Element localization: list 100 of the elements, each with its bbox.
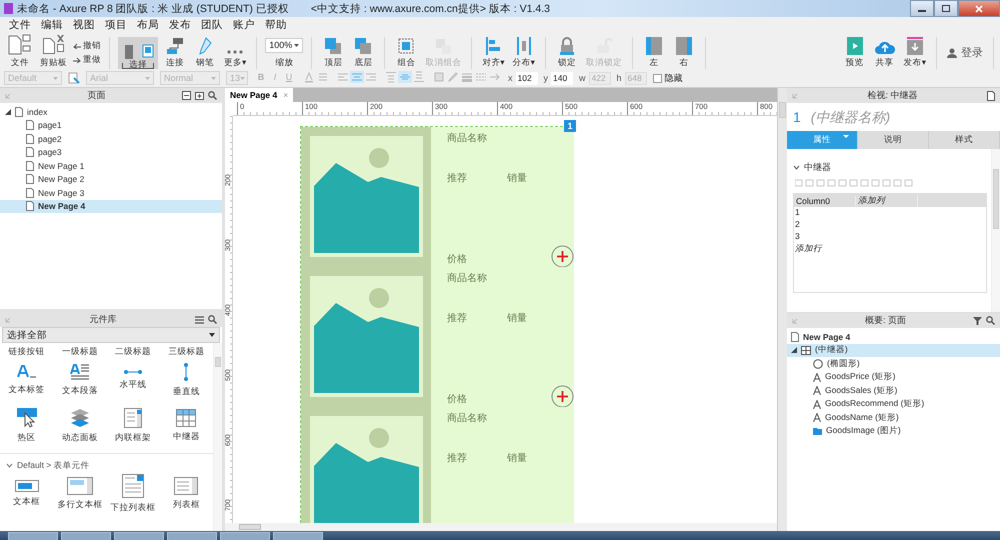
widget-name[interactable]: 链接按钮 bbox=[8, 346, 45, 356]
scrollbar[interactable] bbox=[777, 88, 787, 531]
menu-item[interactable]: 编辑 bbox=[36, 17, 68, 33]
close-button[interactable] bbox=[958, 0, 1000, 17]
menu-item[interactable]: 项目 bbox=[100, 17, 132, 33]
outline-item[interactable]: GoodsImage (图片) bbox=[787, 424, 1000, 438]
taskbar-button[interactable] bbox=[273, 532, 323, 540]
taskbar-button[interactable] bbox=[114, 532, 164, 540]
format-button[interactable] bbox=[398, 71, 412, 83]
page-item[interactable]: New Page 2 bbox=[0, 172, 222, 186]
page-item[interactable]: page3 bbox=[0, 146, 222, 159]
format-button[interactable] bbox=[432, 71, 446, 83]
widget-item[interactable]: 多行文本框 bbox=[53, 471, 106, 517]
library-dropdown[interactable]: 选择全部 bbox=[2, 327, 220, 343]
widget-item[interactable]: 内联框架 bbox=[106, 403, 160, 449]
format-button[interactable] bbox=[488, 71, 502, 83]
widget-name[interactable]: 一级标题 bbox=[62, 346, 98, 356]
toolbar-button[interactable]: 剪贴板 bbox=[38, 36, 69, 68]
outline-item[interactable]: GoodsSales (矩形) bbox=[787, 384, 1000, 398]
widget-item[interactable]: 动态面板 bbox=[53, 403, 106, 449]
toolbar-button[interactable]: 对齐▾ bbox=[480, 36, 507, 68]
menu-item[interactable]: 文件 bbox=[4, 17, 36, 33]
document-tab[interactable]: New Page 4 × bbox=[225, 88, 294, 102]
menu-item[interactable]: 布局 bbox=[132, 17, 164, 33]
format-button[interactable] bbox=[384, 71, 398, 83]
name-field[interactable]: (中继器名称) bbox=[808, 108, 959, 126]
widget-item[interactable]: 下拉列表框 bbox=[106, 471, 160, 517]
format-button[interactable] bbox=[364, 71, 378, 83]
toolbar-button[interactable]: 更多▾ bbox=[222, 36, 248, 68]
format-button[interactable] bbox=[336, 71, 350, 83]
toolbar-button[interactable]: 登录 bbox=[945, 36, 985, 68]
filter-icon bbox=[973, 316, 982, 324]
widget-item[interactable]: 文本段落 bbox=[53, 357, 106, 403]
search-icon bbox=[986, 316, 995, 325]
text-icon bbox=[813, 386, 821, 396]
widget-item[interactable]: 文本框 bbox=[0, 471, 54, 517]
toolbar-button[interactable]: 钢笔 bbox=[192, 36, 218, 68]
page-item[interactable]: New Page 3 bbox=[0, 186, 222, 200]
widget-name[interactable]: 二级标题 bbox=[115, 346, 152, 356]
taskbar-button[interactable] bbox=[220, 532, 270, 540]
hidden-checkbox[interactable]: 隐藏 bbox=[652, 72, 683, 84]
maximize-button[interactable] bbox=[934, 0, 958, 17]
format-button[interactable] bbox=[316, 71, 330, 83]
page-item[interactable]: New Page 4 bbox=[0, 200, 222, 213]
taskbar-button[interactable] bbox=[167, 532, 217, 540]
taskbar-button[interactable] bbox=[8, 532, 58, 540]
minimize-button[interactable] bbox=[910, 0, 934, 17]
format-button[interactable] bbox=[474, 71, 488, 83]
toolbar-button[interactable]: 顶层 bbox=[320, 36, 346, 68]
format-button[interactable] bbox=[302, 71, 316, 83]
toolbar-button[interactable]: 底层 bbox=[350, 36, 376, 68]
toolbar-button[interactable]: 选择 bbox=[118, 36, 158, 68]
widget-name[interactable]: 三级标题 bbox=[168, 346, 204, 356]
widget-item[interactable]: 列表框 bbox=[160, 471, 213, 517]
widget-item[interactable]: 热区 bbox=[0, 403, 54, 449]
widget-item[interactable]: 垂直线 bbox=[160, 357, 213, 403]
page-item[interactable]: page2 bbox=[0, 132, 222, 146]
menu-item[interactable]: 帮助 bbox=[260, 17, 292, 33]
coordinate-field[interactable]: 102 bbox=[516, 72, 538, 84]
format-button[interactable] bbox=[412, 71, 426, 83]
toolbar-button[interactable]: 分布▾ bbox=[510, 36, 537, 68]
page-item[interactable]: index bbox=[0, 105, 222, 118]
section-header[interactable]: Default > 表单元件 bbox=[0, 453, 213, 471]
zoom-select[interactable]: 100% bbox=[265, 38, 304, 52]
outline-item[interactable]: (椭圆形) bbox=[787, 357, 1000, 370]
coordinate-field[interactable]: 140 bbox=[551, 72, 573, 84]
toolbar-button[interactable]: 文件 bbox=[6, 36, 34, 68]
outline-item[interactable]: GoodsPrice (矩形) bbox=[787, 370, 1000, 384]
taskbar-button[interactable] bbox=[61, 532, 111, 540]
outline-item[interactable]: GoodsName (矩形) bbox=[787, 411, 1000, 424]
section-header[interactable]: 中继器 bbox=[793, 159, 987, 175]
widget-item[interactable]: 中继器 bbox=[160, 403, 213, 449]
scrollbar[interactable] bbox=[225, 523, 777, 531]
widget-item[interactable]: 水平线 bbox=[106, 357, 160, 403]
page-item[interactable]: page1 bbox=[0, 118, 222, 132]
toolbar-button[interactable]: 左 bbox=[640, 36, 667, 68]
toolbar-button[interactable]: 组合 bbox=[393, 36, 420, 68]
expanded-arrow-icon bbox=[5, 108, 11, 115]
format-button[interactable] bbox=[460, 71, 474, 83]
format-button[interactable] bbox=[446, 71, 460, 83]
stacked-layers-icon bbox=[70, 408, 90, 428]
outline-item[interactable]: GoodsRecommend (矩形) bbox=[787, 398, 1000, 411]
widget-item[interactable]: 文本标签 bbox=[0, 357, 54, 403]
toolbar-button[interactable]: 撤销 bbox=[73, 40, 101, 52]
toolbar-button[interactable]: 共享 bbox=[872, 36, 898, 68]
outline-item[interactable]: (中继器) bbox=[787, 344, 1000, 357]
toolbar-button[interactable]: 连接 bbox=[162, 36, 188, 68]
menu-item[interactable]: 团队 bbox=[196, 17, 228, 33]
toolbar-button[interactable]: 发布▾ bbox=[902, 36, 928, 68]
format-button[interactable] bbox=[350, 71, 364, 83]
toolbar-button[interactable]: 重做 bbox=[73, 54, 101, 66]
toolbar-button[interactable]: 预览 bbox=[842, 36, 868, 68]
toolbar-button[interactable]: 右 bbox=[670, 36, 697, 68]
toolbar-button[interactable]: 锁定 bbox=[554, 36, 580, 68]
menu-item[interactable]: 发布 bbox=[164, 17, 196, 33]
page-item[interactable]: New Page 1 bbox=[0, 159, 222, 172]
column-header[interactable]: 添加列 bbox=[856, 194, 918, 206]
add-row-link[interactable]: 添加行 bbox=[795, 243, 822, 253]
menu-item[interactable]: 账户 bbox=[228, 17, 260, 33]
menu-item[interactable]: 视图 bbox=[68, 17, 100, 33]
